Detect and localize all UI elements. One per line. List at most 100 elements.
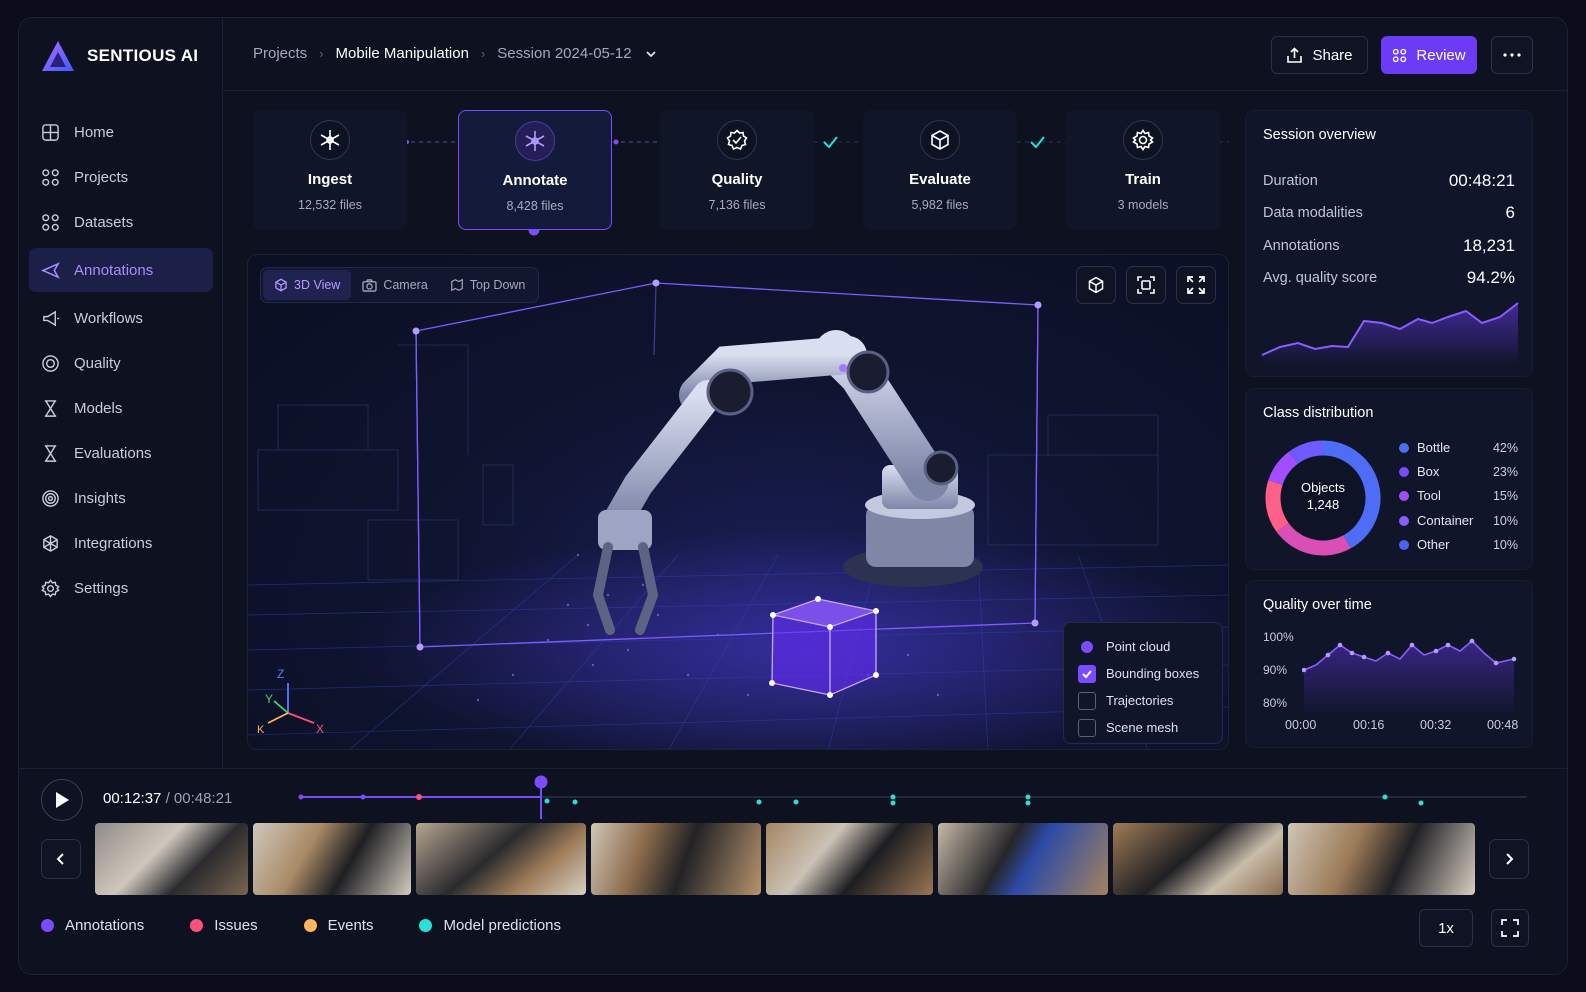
overview-value: 00:48:21 — [1448, 171, 1515, 190]
pipeline-step-quality[interactable]: Quality 7,136 files — [660, 110, 814, 230]
x-tick: 00:00 — [1285, 718, 1317, 732]
x-tick: 00:16 — [1353, 718, 1385, 732]
step-count: 5,982 files — [911, 198, 969, 212]
checkbox-unchecked[interactable] — [1078, 691, 1096, 710]
step-count: 12,532 files — [298, 198, 362, 212]
legend-item: Bottle 42% — [1399, 440, 1518, 455]
legend-model-predictions[interactable]: Model predictions — [419, 917, 561, 934]
legend-item: Box 23% — [1399, 464, 1518, 479]
more-button[interactable] — [1491, 36, 1533, 74]
frame-thumbnail[interactable] — [95, 823, 248, 895]
layer-label: Trajectories — [1106, 693, 1174, 708]
checkbox-unchecked[interactable] — [1078, 718, 1096, 737]
tab-camera[interactable]: Camera — [351, 270, 438, 300]
check-icon — [1082, 669, 1092, 678]
review-label: Review — [1416, 46, 1466, 64]
sidebar-item-annotations[interactable]: Annotations — [29, 248, 213, 292]
tab-top-down[interactable]: Top Down — [439, 270, 537, 300]
frame-thumbnail[interactable] — [1288, 823, 1475, 895]
frame-thumbnail[interactable] — [938, 823, 1109, 895]
x-tick: 00:32 — [1420, 718, 1452, 732]
donut-slice-other — [1289, 440, 1324, 464]
pipeline-step-ingest[interactable]: Ingest 12,532 files — [253, 110, 407, 230]
layer-trajectories[interactable]: Trajectories — [1078, 687, 1208, 714]
fullscreen-button[interactable] — [1176, 266, 1216, 304]
sidebar-item-label: Evaluations — [74, 444, 152, 462]
panel-title: Session overview — [1263, 127, 1376, 143]
sidebar-item-settings[interactable]: Settings — [29, 566, 213, 610]
legend-label: Events — [327, 917, 374, 934]
previous-frames-button[interactable] — [41, 839, 81, 879]
legend-swatch — [419, 919, 433, 932]
play-button[interactable] — [41, 779, 83, 821]
legend-issues[interactable]: Issues — [190, 917, 258, 934]
layer-label: Point cloud — [1106, 639, 1171, 654]
sidebar-item-label: Settings — [74, 579, 129, 597]
layer-point-cloud[interactable]: Point cloud — [1078, 633, 1208, 660]
frame-thumbnail[interactable] — [1113, 823, 1284, 895]
current-time: 00:12:37 — [103, 790, 162, 807]
layer-toggles: Point cloud Bounding boxes Trajectories … — [1063, 622, 1223, 744]
3d-viewport[interactable]: Z Y X K 3D View Camera Top Down Point cl… — [247, 254, 1229, 750]
legend-swatch — [1399, 490, 1409, 501]
sidebar-item-insights[interactable]: Insights — [29, 476, 213, 520]
pipeline-step-train[interactable]: Train 3 models — [1066, 110, 1220, 230]
focus-button[interactable] — [1126, 266, 1166, 304]
sidebar-item-evaluations[interactable]: Evaluations — [29, 431, 213, 475]
gear-icon — [41, 578, 60, 598]
object-view-button[interactable] — [1076, 266, 1116, 304]
legend-events[interactable]: Events — [303, 917, 374, 934]
checkbox-checked[interactable] — [1078, 664, 1096, 683]
frame-thumbnail[interactable] — [415, 823, 586, 895]
sidebar-item-integrations[interactable]: Integrations — [29, 521, 213, 565]
frame-thumbnail[interactable] — [590, 823, 761, 895]
playback-speed-button[interactable]: 1x — [1419, 909, 1473, 947]
cube-icon — [275, 278, 287, 292]
layer-label: Bounding boxes — [1106, 666, 1200, 681]
tab-label: Top Down — [469, 278, 526, 292]
donut-center-value: 1,248 — [1306, 497, 1340, 512]
layer-bounding-boxes[interactable]: Bounding boxes — [1078, 660, 1208, 687]
sidebar-item-quality[interactable]: Quality — [29, 341, 213, 385]
y-tick: 80% — [1263, 696, 1288, 710]
sidebar-item-workflows[interactable]: Workflows — [29, 296, 213, 340]
legend-item: Tool 15% — [1399, 488, 1518, 503]
snowflake-icon — [515, 121, 555, 161]
legend-percent: 10% — [1492, 537, 1518, 552]
tab-3d-view[interactable]: 3D View — [263, 270, 352, 300]
legend-swatch — [1399, 466, 1409, 477]
layer-scene-mesh[interactable]: Scene mesh — [1078, 714, 1208, 741]
sidebar-item-label: Integrations — [74, 534, 153, 552]
megaphone-icon — [43, 310, 60, 326]
frame-strip — [95, 823, 1475, 895]
next-frames-button[interactable] — [1489, 839, 1529, 879]
y-tick: 100% — [1263, 630, 1294, 644]
review-button[interactable]: Review — [1381, 36, 1477, 74]
frame-thumbnail[interactable] — [765, 823, 934, 895]
total-time: / 00:48:21 — [165, 790, 233, 807]
share-icon — [1287, 46, 1303, 63]
timeline-fullscreen-button[interactable] — [1491, 909, 1529, 947]
gear-icon — [1123, 120, 1163, 160]
overview-key: Data modalities — [1263, 205, 1363, 221]
legend-annotations[interactable]: Annotations — [41, 917, 144, 934]
step-count: 8,428 files — [506, 199, 564, 213]
pipeline-step-annotate[interactable]: Annotate 8,428 files — [458, 110, 612, 230]
frame-thumbnail[interactable] — [252, 823, 411, 895]
target-icon — [42, 489, 59, 507]
legend-label: Container — [1417, 513, 1474, 528]
step-name: Ingest — [307, 171, 353, 188]
legend-label: Box — [1417, 464, 1440, 479]
snowflake-icon — [310, 120, 350, 160]
sidebar-item-models[interactable]: Models — [29, 386, 213, 430]
share-button[interactable]: Share — [1271, 36, 1368, 74]
legend-percent: 23% — [1492, 464, 1518, 479]
axis-k-label: K — [257, 724, 265, 736]
legend-item: Other 10% — [1399, 537, 1518, 552]
timeline-scrubber[interactable] — [289, 769, 1534, 819]
step-name: Evaluate — [909, 171, 971, 188]
legend-swatch — [41, 919, 54, 932]
point-cloud-dot — [1081, 640, 1093, 653]
timeline: 00:12:37 / 00:48:21 Annotations Issues E… — [19, 768, 1567, 974]
pipeline-step-evaluate[interactable]: Evaluate 5,982 files — [863, 110, 1017, 230]
